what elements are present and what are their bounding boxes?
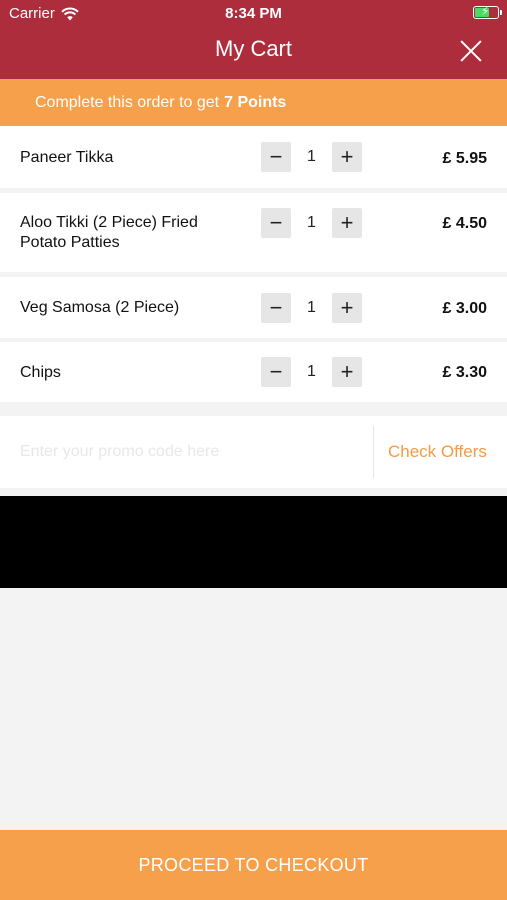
quantity-stepper: − 1 +: [261, 142, 362, 172]
increase-quantity-button[interactable]: +: [332, 293, 362, 323]
black-banner-area: [0, 496, 507, 588]
decrease-quantity-button[interactable]: −: [261, 293, 291, 323]
charging-bolt-icon: ⚡: [481, 4, 490, 18]
battery-icon: ⚡: [473, 4, 502, 19]
check-offers-button[interactable]: Check Offers: [388, 442, 487, 462]
item-name: Aloo Tikki (2 Piece) Fried Potato Pattie…: [20, 214, 198, 251]
promo-code-input[interactable]: [0, 416, 370, 488]
increase-quantity-button[interactable]: +: [332, 208, 362, 238]
cart-item: Chips − 1 + £ 3.30: [0, 342, 507, 402]
item-name: Chips: [20, 364, 61, 381]
quantity-stepper: − 1 +: [261, 357, 362, 387]
close-icon[interactable]: [459, 39, 483, 63]
status-bar: Carrier 8:34 PM ⚡: [0, 0, 507, 28]
proceed-to-checkout-button[interactable]: PROCEED TO CHECKOUT: [0, 830, 507, 900]
quantity-stepper: − 1 +: [261, 293, 362, 323]
quantity-value: 1: [307, 363, 316, 380]
cart-item: Paneer Tikka − 1 + £ 5.95: [0, 126, 507, 188]
decrease-quantity-button[interactable]: −: [261, 357, 291, 387]
points-banner-text: Complete this order to get: [35, 93, 220, 111]
status-time: 8:34 PM: [225, 5, 282, 22]
app-header: Carrier 8:34 PM ⚡ My Cart: [0, 0, 507, 79]
item-price: £ 5.95: [442, 150, 487, 167]
item-price: £ 3.30: [442, 364, 487, 381]
cart-item: Veg Samosa (2 Piece) − 1 + £ 3.00: [0, 277, 507, 338]
quantity-value: 1: [307, 148, 316, 165]
points-banner: Complete this order to get 7 Points: [0, 79, 507, 126]
increase-quantity-button[interactable]: +: [332, 142, 362, 172]
points-value: 7 Points: [224, 93, 287, 111]
page-title: My Cart: [215, 36, 292, 61]
quantity-value: 1: [307, 214, 316, 231]
promo-divider: [373, 426, 374, 478]
item-price: £ 3.00: [442, 300, 487, 317]
item-name: Paneer Tikka: [20, 149, 114, 166]
cart-item: Aloo Tikki (2 Piece) Fried Potato Pattie…: [0, 193, 507, 272]
item-name: Veg Samosa (2 Piece): [20, 299, 180, 316]
quantity-value: 1: [307, 299, 316, 316]
item-price: £ 4.50: [442, 215, 487, 232]
decrease-quantity-button[interactable]: −: [261, 208, 291, 238]
promo-section: Check Offers: [0, 416, 507, 488]
quantity-stepper: − 1 +: [261, 208, 362, 238]
increase-quantity-button[interactable]: +: [332, 357, 362, 387]
decrease-quantity-button[interactable]: −: [261, 142, 291, 172]
